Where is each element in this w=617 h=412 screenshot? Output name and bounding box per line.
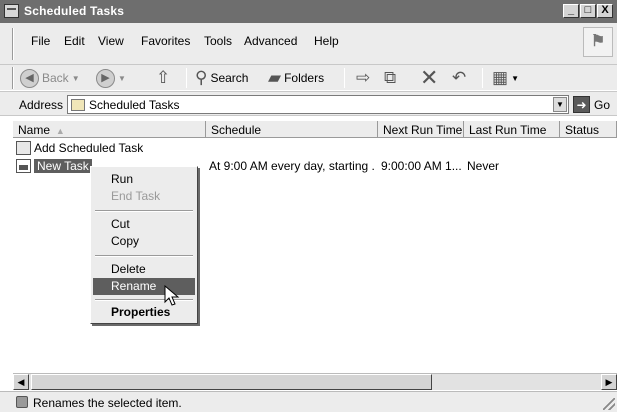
task-schedule: At 9:00 AM every day, starting ... [209, 159, 375, 173]
column-header-label: Name [18, 123, 51, 137]
column-header-status[interactable]: Status [560, 121, 617, 138]
menu-item-cut[interactable]: Cut [93, 216, 195, 233]
column-header-next-run-time[interactable]: Next Run Time [378, 121, 464, 138]
menu-grip[interactable] [12, 28, 14, 60]
copy-to-icon: ⧉ [384, 68, 397, 87]
views-dropdown-icon: ▼ [511, 73, 519, 83]
delete-button[interactable]: ✕ [420, 67, 438, 89]
list-header: Name ▲ Schedule Next Run Time Last Run T… [13, 121, 617, 138]
task-name-selected: New Task [34, 159, 92, 173]
address-label: Address [19, 98, 64, 112]
forward-arrow-icon: ▶ [96, 68, 115, 88]
up-folder-icon: ⇧ [156, 68, 171, 87]
mouse-pointer-icon [164, 285, 180, 306]
column-header-last-run-time[interactable]: Last Run Time [464, 121, 560, 138]
minimize-button[interactable]: _ [563, 4, 579, 18]
task-name: New Task [34, 159, 92, 173]
menu-view[interactable]: View [98, 34, 124, 48]
status-icon [16, 396, 28, 408]
column-header-name[interactable]: Name ▲ [13, 121, 206, 138]
delete-icon: ✕ [420, 65, 439, 90]
address-field[interactable]: Scheduled Tasks ▼ [67, 95, 569, 114]
search-button[interactable]: ⚲ Search [195, 67, 248, 89]
menu-item-copy[interactable]: Copy [93, 233, 195, 250]
resize-grip[interactable] [603, 398, 615, 410]
menu-bar: File Edit View Favorites Tools Advanced … [0, 23, 617, 65]
forward-button[interactable]: ▶ ▼ [96, 67, 126, 89]
copy-to-button[interactable]: ⧉ [384, 67, 396, 89]
menu-item-end-task: End Task [111, 189, 161, 203]
go-label: Go [594, 97, 611, 112]
sort-ascending-icon: ▲ [53, 126, 65, 136]
menu-edit[interactable]: Edit [64, 34, 85, 48]
back-button[interactable]: ◀ Back ▼ [20, 67, 80, 89]
toolbar-separator [186, 68, 187, 88]
toolbar-grip[interactable] [12, 67, 14, 89]
undo-button[interactable]: ↶ [452, 67, 466, 89]
context-menu: Run End Task Cut Copy Delete Rename Prop… [90, 166, 198, 324]
menu-item-run[interactable]: Run [93, 171, 195, 188]
folders-icon: ▰ [268, 68, 282, 87]
menu-separator [95, 255, 193, 257]
search-label: Search [210, 71, 249, 85]
folders-button[interactable]: ▰ Folders [268, 67, 324, 89]
scheduled-task-icon [16, 159, 31, 173]
menu-separator [95, 210, 193, 212]
back-dropdown-icon: ▼ [71, 73, 80, 83]
scroll-right-button[interactable]: ▶ [601, 374, 617, 390]
go-button[interactable]: ➜ Go [573, 95, 617, 114]
move-to-button[interactable]: ⇨ [356, 67, 370, 89]
status-text: Renames the selected item. [33, 396, 182, 410]
menu-item-delete[interactable]: Delete [93, 261, 195, 278]
task-name: Add Scheduled Task [34, 141, 144, 155]
search-icon: ⚲ [195, 68, 208, 87]
forward-dropdown-icon: ▼ [118, 73, 126, 83]
views-button[interactable]: ▦ ▼ [492, 67, 519, 89]
menu-tools[interactable]: Tools [204, 34, 232, 48]
scroll-left-button[interactable]: ◀ [13, 374, 29, 390]
standard-toolbar: ◀ Back ▼ ▶ ▼ ⇧ ⚲ Search ▰ Folders ⇨ ⧉ ✕ … [0, 65, 617, 90]
menu-file[interactable]: File [31, 34, 50, 48]
back-label: Back [42, 71, 69, 85]
add-task-wizard-icon [16, 141, 31, 155]
window-title: Scheduled Tasks [24, 4, 125, 18]
menu-favorites[interactable]: Favorites [141, 34, 190, 48]
scheduled-tasks-icon [4, 4, 19, 18]
status-bar: Renames the selected item. [0, 391, 617, 412]
task-next-run-time: 9:00:00 AM 1... [381, 159, 462, 173]
undo-icon: ↶ [452, 68, 467, 87]
list-item[interactable]: Add Scheduled Task [13, 140, 617, 156]
move-to-icon: ⇨ [356, 68, 371, 87]
toolbar-separator [482, 68, 483, 88]
menu-help[interactable]: Help [314, 34, 339, 48]
back-arrow-icon: ◀ [20, 68, 39, 88]
folders-label: Folders [284, 71, 325, 85]
title-bar[interactable]: Scheduled Tasks _ □ X [0, 0, 617, 23]
horizontal-scrollbar[interactable]: ◀ ▶ [13, 373, 617, 390]
scheduled-tasks-folder-icon [71, 98, 85, 111]
column-header-schedule[interactable]: Schedule [206, 121, 378, 138]
up-button[interactable]: ⇧ [156, 67, 170, 89]
address-dropdown-button[interactable]: ▼ [553, 97, 567, 112]
task-last-run-time: Never [467, 159, 500, 173]
address-bar: Address Scheduled Tasks ▼ ➜ Go [0, 91, 617, 116]
views-icon: ▦ [492, 68, 509, 87]
maximize-button[interactable]: □ [580, 4, 596, 18]
scroll-thumb[interactable] [31, 374, 432, 390]
address-value: Scheduled Tasks [89, 97, 180, 112]
windows-logo-icon: ⚑ [583, 27, 613, 57]
go-arrow-icon: ➜ [573, 96, 590, 113]
close-button[interactable]: X [597, 4, 613, 18]
menu-advanced[interactable]: Advanced [244, 34, 297, 48]
toolbar-separator [344, 68, 345, 88]
